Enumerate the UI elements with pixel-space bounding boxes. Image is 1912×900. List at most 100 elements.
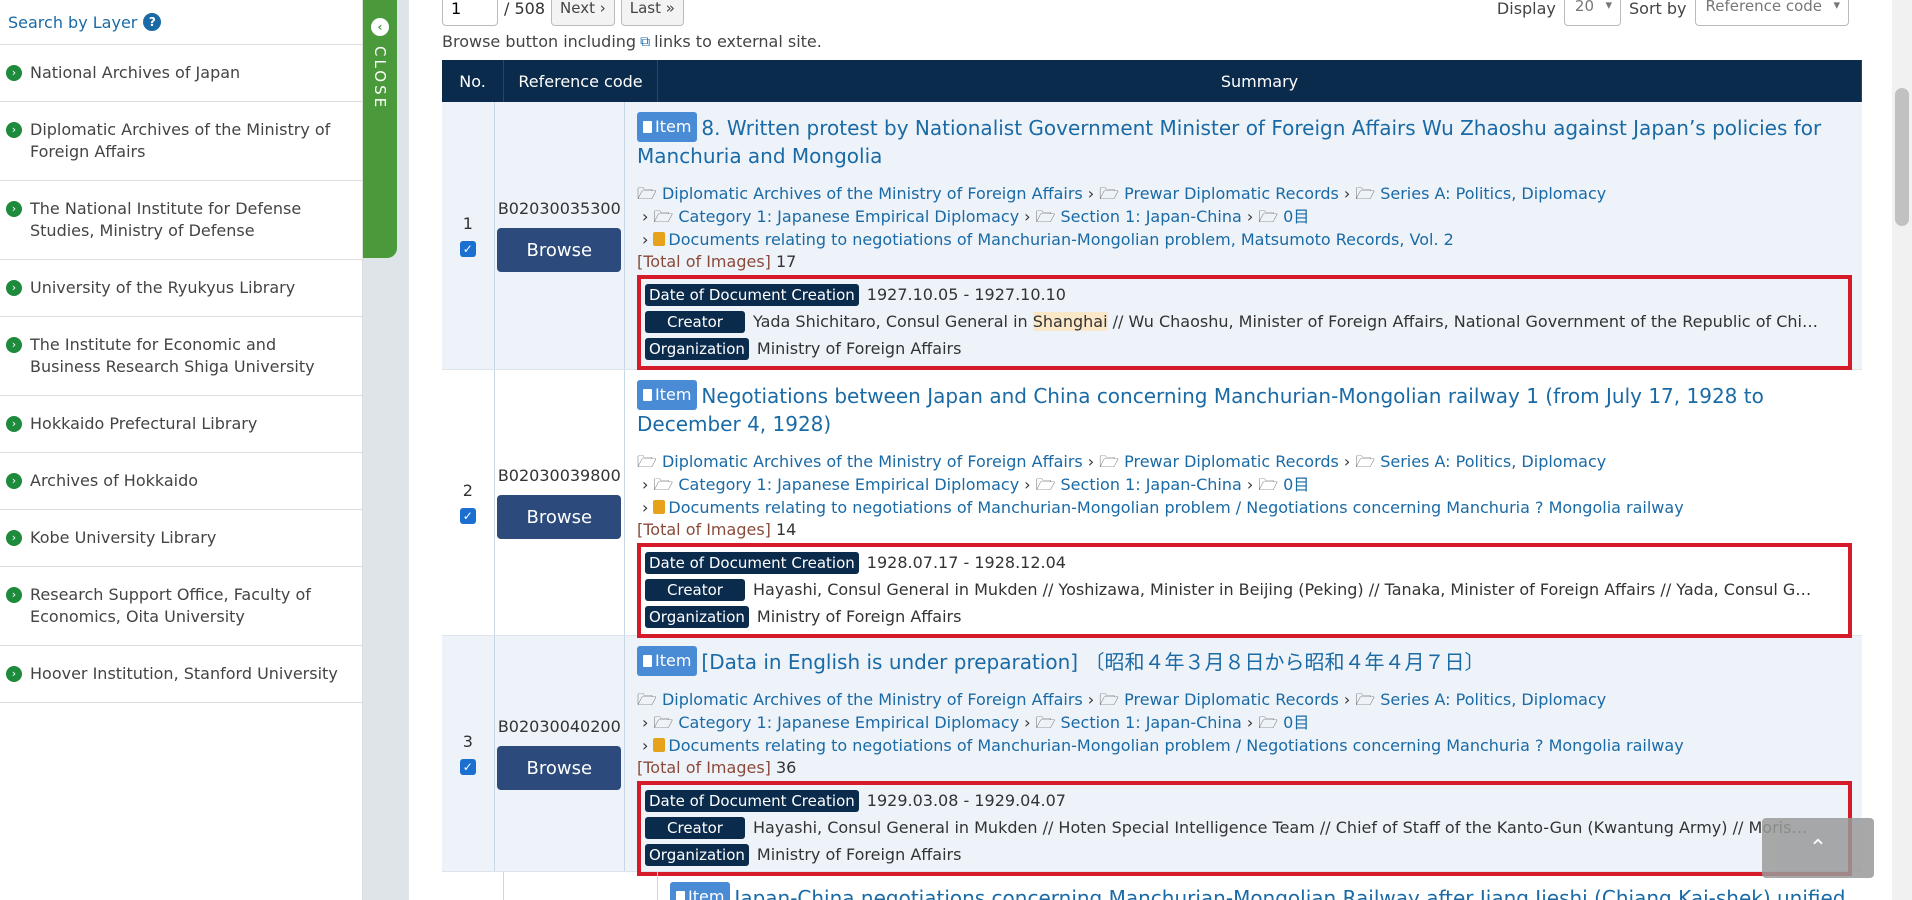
sidebar-item-defense-studies[interactable]: › The National Institute for Defense Stud… [0,181,362,260]
display-label: Display [1496,0,1556,18]
search-by-layer-title[interactable]: Search by Layer [8,13,137,32]
item-badge: Item [670,882,731,900]
scrollbar[interactable] [1892,0,1912,900]
total-images-label: [Total of Images] [637,758,771,777]
chevron-right-icon: › [6,530,22,546]
sidebar-item-diplomatic-archives[interactable]: › Diplomatic Archives of the Ministry of … [0,102,362,181]
item-badge: Item [637,646,698,676]
page-total: / 508 [504,0,546,18]
browse-button[interactable]: Browse [497,495,622,539]
breadcrumb-link[interactable]: Documents relating to negotiations of Ma… [668,230,1453,249]
breadcrumb-link[interactable]: Series A: Politics, Diplomacy [1380,690,1606,709]
breadcrumb-link[interactable]: Prewar Diplomatic Records [1124,184,1339,203]
breadcrumb-link[interactable]: Category 1: Japanese Empirical Diplomacy [678,207,1019,226]
next-page-button[interactable]: Next › [551,0,615,26]
display-count-select[interactable]: 20 [1563,0,1621,26]
sidebar-item-label: Kobe University Library [30,528,217,547]
breadcrumb-link[interactable]: Series A: Politics, Diplomacy [1380,452,1606,471]
sidebar-item-hoover[interactable]: › Hoover Institution, Stanford University [0,646,362,703]
help-icon[interactable]: ? [143,13,162,31]
breadcrumb: 🗁 Diplomatic Archives of the Ministry of… [637,182,1852,251]
item-title-line: Item 8. Written protest by Nationalist Go… [637,112,1852,170]
creator-value: Yada Shichitaro, Consul General in Shang… [753,312,1818,331]
item-title-link[interactable]: Negotiations between Japan and China con… [637,384,1764,436]
breadcrumb-link[interactable]: Category 1: Japanese Empirical Diplomacy [678,713,1019,732]
back-to-top-button[interactable]: ⌃ [1762,818,1874,878]
chevron-right-icon: › [6,280,22,296]
close-label: CLOSE [371,46,389,111]
chevron-right-icon: › [1087,184,1095,203]
chevron-right-icon: › [6,122,22,138]
breadcrumb: 🗁 Diplomatic Archives of the Ministry of… [637,688,1852,757]
reference-code: B02030040200 [497,717,621,736]
last-page-button[interactable]: Last » [620,0,684,26]
creator-text: // Wu Chaoshu, Minister of Foreign Affai… [1107,312,1818,331]
breadcrumb-link[interactable]: 0目 [1283,713,1309,732]
date-label: Date of Document Creation [645,551,859,574]
breadcrumb-link[interactable]: Series A: Politics, Diplomacy [1380,184,1606,203]
notice-text: links to external site. [654,32,822,51]
total-images: [Total of Images] 14 [637,520,1852,539]
sidebar-item-national-archives[interactable]: › National Archives of Japan [0,45,362,102]
date-line: Date of Document Creation 1929.03.08 - 19… [645,787,1840,814]
page-number-input[interactable] [442,0,498,26]
date-label: Date of Document Creation [645,283,859,306]
breadcrumb-link[interactable]: 0目 [1283,475,1309,494]
chevron-right-icon: › [1246,207,1254,226]
browse-button[interactable]: Browse [497,228,622,272]
folder-icon: 🗁 [1099,452,1120,471]
folder-icon: 🗁 [1035,475,1056,494]
breadcrumb-link[interactable]: Category 1: Japanese Empirical Diplomacy [678,475,1019,494]
results-table: No. Reference code Summary 1 ✓ B02030035… [442,60,1862,900]
breadcrumb-link[interactable]: 0目 [1283,207,1309,226]
creator-text: Yada Shichitaro, Consul General in [753,312,1033,331]
folder-icon: 🗁 [653,207,674,226]
sidebar-item-ryukyus-library[interactable]: › University of the Ryukyus Library [0,260,362,317]
sort-select[interactable]: Reference code [1694,0,1849,26]
item-title-link[interactable]: Japan-China negotiations concerning Manc… [734,886,1845,900]
sidebar-item-label: National Archives of Japan [30,63,241,82]
breadcrumb-link[interactable]: Documents relating to negotiations of Ma… [668,498,1683,517]
row-checkbox[interactable]: ✓ [459,508,476,524]
chevron-right-icon: › [642,498,649,517]
date-label: Date of Document Creation [645,789,859,812]
browse-button[interactable]: Browse [497,746,622,790]
breadcrumb-link[interactable]: Documents relating to negotiations of Ma… [668,736,1683,755]
summary-cell: Item Negotiations between Japan and China… [625,370,1862,638]
folder-icon: 🗁 [653,713,674,732]
search-highlight: Shanghai [1032,312,1108,331]
row-checkbox[interactable]: ✓ [459,759,476,775]
sidebar-close-tab[interactable]: ‹ CLOSE [363,0,397,258]
sidebar-item-archives-hokkaido[interactable]: › Archives of Hokkaido [0,453,362,510]
display-controls: Display 20 Sort by Reference code [1497,0,1849,26]
breadcrumb-link[interactable]: Prewar Diplomatic Records [1124,690,1339,709]
breadcrumb-link[interactable]: Diplomatic Archives of the Ministry of F… [662,452,1083,471]
table-header: No. Reference code Summary [442,60,1862,102]
breadcrumb-link[interactable]: Section 1: Japan-China [1061,713,1242,732]
external-link-icon: ⧉ [640,33,651,50]
creator-label: Creator [645,578,745,601]
chevron-right-icon: › [1024,713,1031,732]
row-checkbox[interactable]: ✓ [459,241,476,257]
sidebar-item-oita-university[interactable]: › Research Support Office, Faculty of Eco… [0,567,362,646]
sidebar: Search by Layer ? › National Archives of … [0,0,363,900]
total-images: [Total of Images] 36 [637,758,1852,777]
chevron-right-icon: › [1246,713,1254,732]
sidebar-item-kobe-library[interactable]: › Kobe University Library [0,510,362,567]
chevron-right-icon: › [1343,184,1351,203]
creator-value: Hayashi, Consul General in Mukden // Yos… [753,580,1812,599]
scrollbar-thumb[interactable] [1895,88,1909,226]
breadcrumb-link[interactable]: Diplomatic Archives of the Ministry of F… [662,184,1083,203]
sidebar-header[interactable]: Search by Layer ? [0,0,362,45]
item-title-link[interactable]: 8. Written protest by Nationalist Govern… [637,116,1821,168]
breadcrumb-link[interactable]: Diplomatic Archives of the Ministry of F… [662,690,1083,709]
sidebar-item-shiga-university[interactable]: › The Institute for Economic and Business… [0,317,362,396]
metadata-box: Date of Document Creation 1929.03.08 - 19… [637,781,1852,876]
reference-code-cell [504,872,658,900]
item-title-link[interactable]: [Data in English is under preparation] 〔… [701,650,1484,674]
sidebar-item-label: University of the Ryukyus Library [30,278,296,297]
breadcrumb-link[interactable]: Section 1: Japan-China [1061,207,1242,226]
breadcrumb-link[interactable]: Section 1: Japan-China [1061,475,1242,494]
sidebar-item-hokkaido-library[interactable]: › Hokkaido Prefectural Library [0,396,362,453]
breadcrumb-link[interactable]: Prewar Diplomatic Records [1124,452,1339,471]
